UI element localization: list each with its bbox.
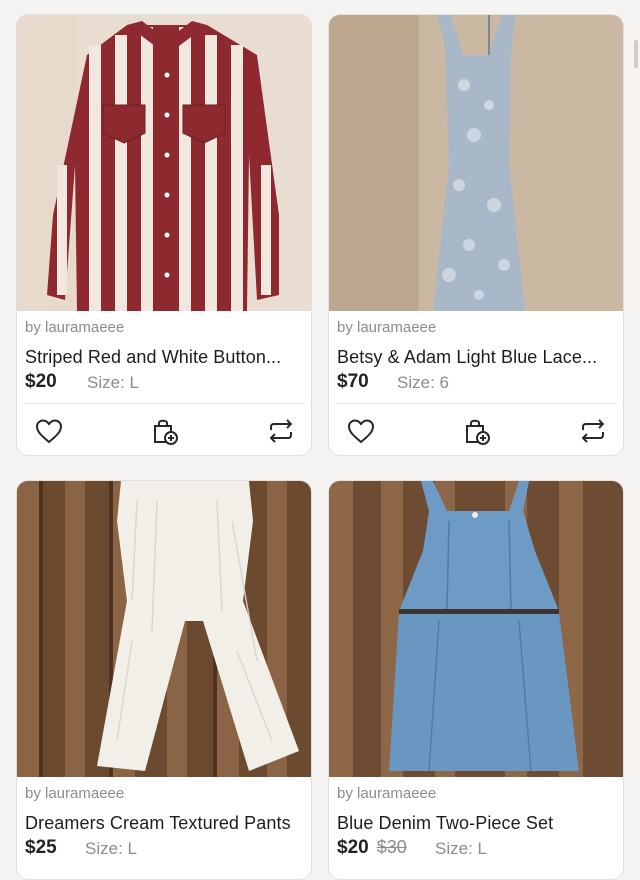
like-button[interactable] bbox=[343, 413, 379, 449]
seller-name[interactable]: by lauramaeee bbox=[337, 319, 436, 336]
share-button[interactable] bbox=[263, 413, 299, 449]
scrollbar[interactable] bbox=[634, 40, 638, 68]
original-price: $30 bbox=[376, 837, 407, 857]
add-to-bundle-button[interactable] bbox=[459, 413, 495, 449]
listing-size: Size: 6 bbox=[397, 373, 449, 392]
card-actions bbox=[329, 413, 623, 453]
repost-icon bbox=[269, 419, 293, 443]
listing-price: $20 bbox=[25, 371, 57, 392]
seller-name[interactable]: by lauramaeee bbox=[25, 319, 124, 336]
repost-icon bbox=[581, 419, 605, 443]
listing-card[interactable]: by lauramaeee Betsy & Adam Light Blue La… bbox=[328, 14, 624, 456]
like-button[interactable] bbox=[31, 413, 67, 449]
current-price: $20 bbox=[337, 837, 369, 858]
listing-image[interactable] bbox=[329, 481, 623, 777]
seller-name[interactable]: by lauramaeee bbox=[25, 785, 124, 802]
seller-name[interactable]: by lauramaeee bbox=[337, 785, 436, 802]
listing-card[interactable]: by lauramaeee Blue Denim Two-Piece Set $… bbox=[328, 480, 624, 880]
bag-add-icon bbox=[154, 419, 178, 445]
card-divider bbox=[337, 403, 617, 404]
listing-size: Size: L bbox=[87, 373, 139, 392]
listing-card[interactable]: by lauramaeee Striped Red and White Butt… bbox=[16, 14, 312, 456]
listing-price: $70 bbox=[337, 371, 369, 392]
listing-card[interactable]: by lauramaeee Dreamers Cream Textured Pa… bbox=[16, 480, 312, 880]
listing-title[interactable]: Betsy & Adam Light Blue Lace... bbox=[337, 347, 617, 368]
listing-title[interactable]: Striped Red and White Button... bbox=[25, 347, 305, 368]
listing-image[interactable] bbox=[17, 15, 311, 311]
listing-image[interactable] bbox=[329, 15, 623, 311]
bag-add-icon bbox=[466, 419, 490, 445]
listing-title[interactable]: Dreamers Cream Textured Pants bbox=[25, 813, 305, 834]
card-actions bbox=[17, 413, 311, 453]
listing-size: Size: L bbox=[85, 839, 137, 858]
add-to-bundle-button[interactable] bbox=[147, 413, 183, 449]
heart-icon bbox=[35, 419, 63, 444]
listing-price: $20 $30 bbox=[337, 837, 407, 859]
card-divider bbox=[25, 403, 305, 404]
share-button[interactable] bbox=[575, 413, 611, 449]
listing-image[interactable] bbox=[17, 481, 311, 777]
listing-price: $25 bbox=[25, 837, 57, 858]
heart-icon bbox=[347, 419, 375, 444]
listing-size: Size: L bbox=[435, 839, 487, 858]
listing-grid: by lauramaeee Striped Red and White Butt… bbox=[0, 0, 640, 880]
listing-title[interactable]: Blue Denim Two-Piece Set bbox=[337, 813, 617, 834]
